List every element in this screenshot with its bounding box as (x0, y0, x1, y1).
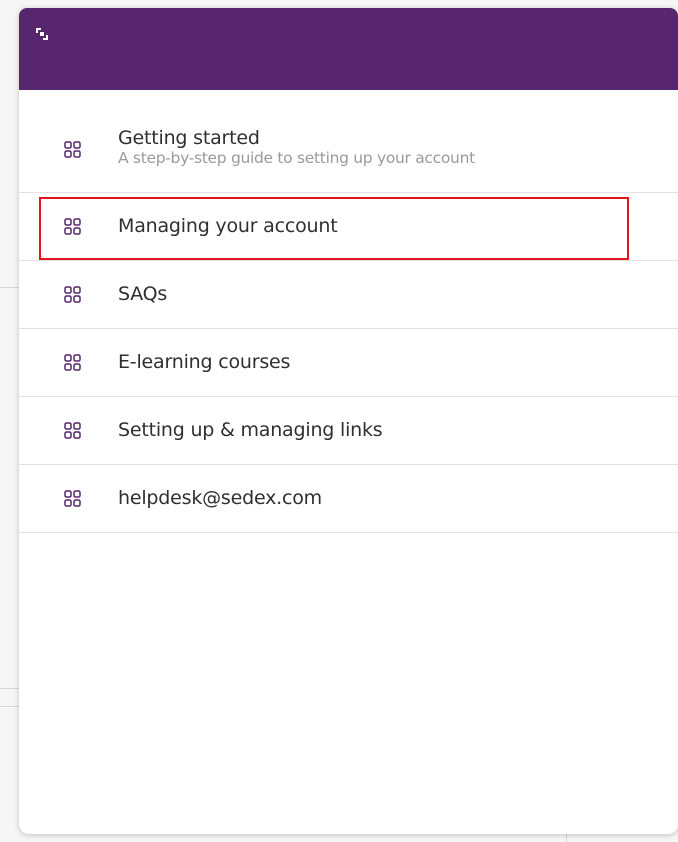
menu-item-e-learning[interactable]: E-learning courses (19, 329, 678, 397)
menu-item-getting-started[interactable]: Getting started A step-by-step guide to … (19, 118, 678, 193)
grid-icon (64, 218, 81, 235)
menu-item-text: Getting started A step-by-step guide to … (118, 127, 475, 167)
backdrop-divider (566, 834, 567, 842)
backdrop-divider (0, 688, 20, 689)
menu-item-label: Getting started (118, 127, 260, 149)
grid-icon (64, 422, 81, 439)
menu-item-saqs[interactable]: SAQs (19, 261, 678, 329)
menu-item-label: Managing your account (118, 215, 338, 237)
grid-icon (64, 286, 81, 303)
grid-icon (64, 354, 81, 371)
backdrop-divider (0, 287, 20, 288)
backdrop-divider (0, 706, 20, 707)
menu-item-label: helpdesk@sedex.com (118, 487, 322, 509)
menu-item-label: Setting up & managing links (118, 419, 383, 441)
menu-item-text: helpdesk@sedex.com (118, 487, 322, 509)
help-menu-panel: Getting started A step-by-step guide to … (19, 8, 678, 834)
collapse-icon[interactable] (36, 25, 48, 40)
grid-icon (64, 141, 81, 158)
menu-item-text: E-learning courses (118, 351, 290, 373)
menu-item-text: Managing your account (118, 215, 338, 237)
menu-item-subtitle: A step-by-step guide to setting up your … (118, 149, 475, 167)
menu-item-label: E-learning courses (118, 351, 291, 373)
menu-item-helpdesk[interactable]: helpdesk@sedex.com (19, 465, 678, 533)
grid-icon (64, 490, 81, 507)
menu-item-links[interactable]: Setting up & managing links (19, 397, 678, 465)
help-menu-list: Getting started A step-by-step guide to … (19, 118, 678, 533)
menu-item-label: SAQs (118, 283, 168, 305)
menu-item-text: SAQs (118, 283, 167, 305)
panel-header (19, 8, 678, 90)
menu-item-text: Setting up & managing links (118, 419, 383, 441)
menu-item-managing-account[interactable]: Managing your account (19, 193, 678, 261)
